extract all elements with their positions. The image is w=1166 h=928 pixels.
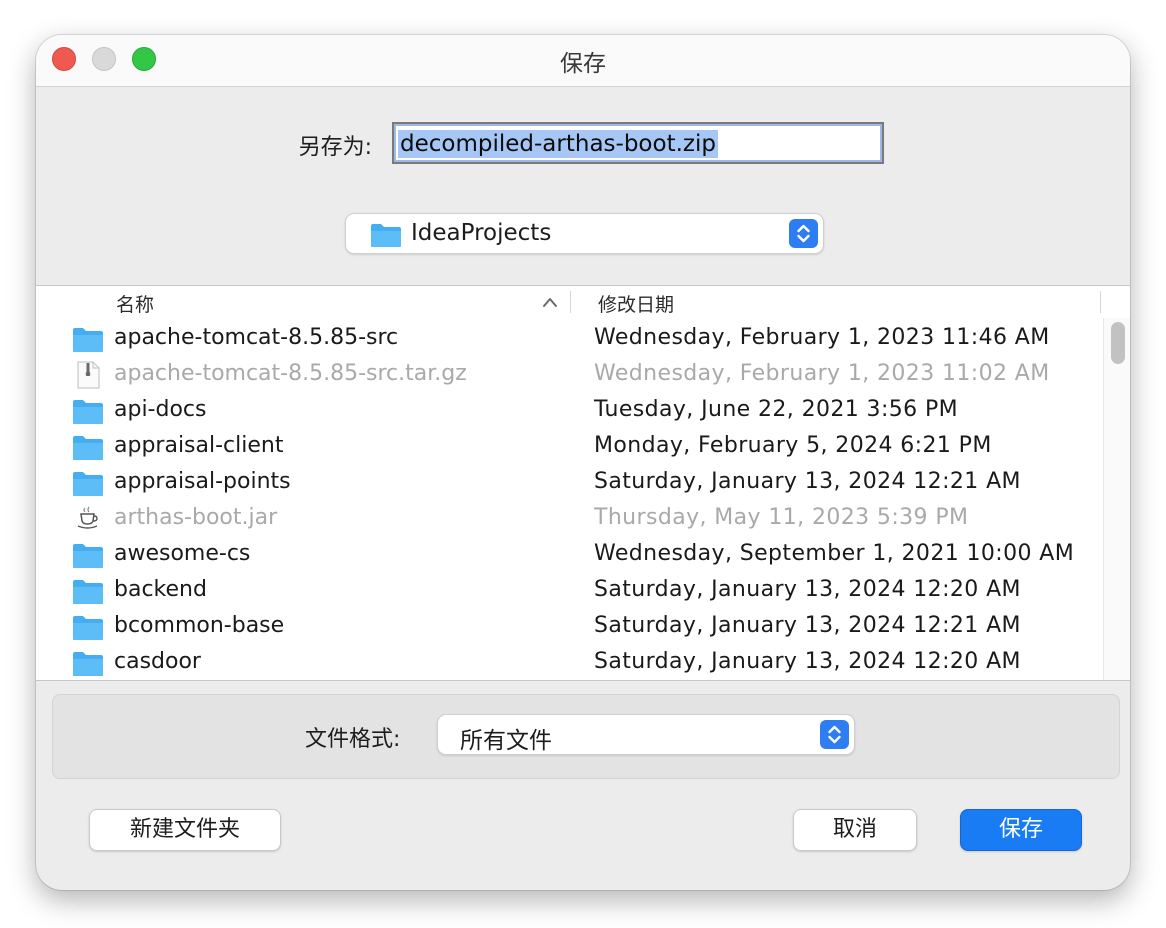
folder-icon [72,648,104,678]
file-rows: apache-tomcat-8.5.85-src Wednesday, Febru… [36,321,1106,681]
java-jar-icon [72,504,104,534]
cancel-button[interactable]: 取消 [793,809,917,851]
file-modified-date: Thursday, May 11, 2023 5:39 PM [594,505,969,530]
file-name: appraisal-client [114,433,284,458]
column-divider[interactable] [570,291,571,313]
file-name: api-docs [114,397,207,422]
folder-icon [72,612,104,642]
location-popup-label: IdeaProjects [411,220,552,246]
folder-icon [371,224,401,247]
window-title: 保存 [560,51,606,77]
file-name: appraisal-points [114,469,291,494]
file-modified-date: Saturday, January 13, 2024 12:20 AM [594,649,1021,674]
location-popup-stepper[interactable] [789,219,818,248]
chevron-up-down-icon [797,224,810,243]
file-name: bcommon-base [114,613,285,638]
file-modified-date: Saturday, January 13, 2024 12:21 AM [594,469,1021,494]
file-modified-date: Monday, February 5, 2024 6:21 PM [594,433,992,458]
file-row[interactable]: backend Saturday, January 13, 2024 12:20 … [36,573,1106,609]
sort-ascending-icon[interactable] [542,296,558,308]
folder-icon [72,396,104,426]
save-dialog: 保存 另存为: decompiled-arthas-boot.zip IdeaP… [36,35,1130,890]
file-modified-date: Saturday, January 13, 2024 12:20 AM [594,577,1021,602]
file-row[interactable]: bcommon-base Saturday, January 13, 2024 1… [36,609,1106,645]
file-row[interactable]: appraisal-points Saturday, January 13, 20… [36,465,1106,501]
scrollbar[interactable] [1103,318,1130,680]
file-row[interactable]: appraisal-client Monday, February 5, 2024… [36,429,1106,465]
file-format-stepper[interactable] [820,720,849,749]
save-as-label: 另存为: [298,135,372,160]
chevron-up-down-icon [828,725,841,744]
file-modified-date: Wednesday, February 1, 2023 11:02 AM [594,361,1050,386]
file-name: arthas-boot.jar [114,505,278,530]
folder-icon [72,468,104,498]
file-modified-date: Saturday, January 13, 2024 12:21 AM [594,613,1021,638]
file-modified-date: Wednesday, February 1, 2023 11:46 AM [594,325,1050,350]
column-header-date[interactable]: 修改日期 [598,290,674,317]
column-header-name[interactable]: 名称 [116,290,154,317]
file-name: casdoor [114,649,201,674]
file-modified-date: Tuesday, June 22, 2021 3:56 PM [594,397,958,422]
save-as-input[interactable]: decompiled-arthas-boot.zip [392,122,884,164]
archive-file-icon [72,360,104,390]
file-format-popup[interactable]: 所有文件 [437,714,855,755]
file-list: 名称 修改日期 apache-tomcat-8.5.85-src Wednesda… [36,285,1130,681]
file-format-value: 所有文件 [460,728,552,754]
scrollbar-thumb[interactable] [1111,322,1125,364]
file-format-label: 文件格式: [305,727,401,752]
title-bar: 保存 [36,35,1130,87]
file-name: backend [114,577,207,602]
save-button[interactable]: 保存 [960,809,1082,851]
save-as-input-text: decompiled-arthas-boot.zip [398,130,718,158]
file-row[interactable]: apache-tomcat-8.5.85-src Wednesday, Febru… [36,321,1106,357]
file-name: apache-tomcat-8.5.85-src [114,325,399,350]
folder-icon [72,540,104,570]
file-row[interactable]: awesome-cs Wednesday, September 1, 2021 1… [36,537,1106,573]
location-popup[interactable]: IdeaProjects [345,213,824,254]
file-format-panel: 文件格式: 所有文件 [52,694,1120,779]
folder-icon [72,432,104,462]
column-divider[interactable] [1100,291,1101,313]
file-row: apache-tomcat-8.5.85-src.tar.gz Wednesday… [36,357,1106,393]
file-name: apache-tomcat-8.5.85-src.tar.gz [114,361,467,386]
file-name: awesome-cs [114,541,251,566]
file-modified-date: Wednesday, September 1, 2021 10:00 AM [594,541,1075,566]
folder-icon [72,324,104,354]
folder-icon [72,576,104,606]
file-row: arthas-boot.jar Thursday, May 11, 2023 5:… [36,501,1106,537]
file-row[interactable]: casdoor Saturday, January 13, 2024 12:20 … [36,645,1106,681]
new-folder-button[interactable]: 新建文件夹 [89,809,281,851]
file-row[interactable]: api-docs Tuesday, June 22, 2021 3:56 PM [36,393,1106,429]
